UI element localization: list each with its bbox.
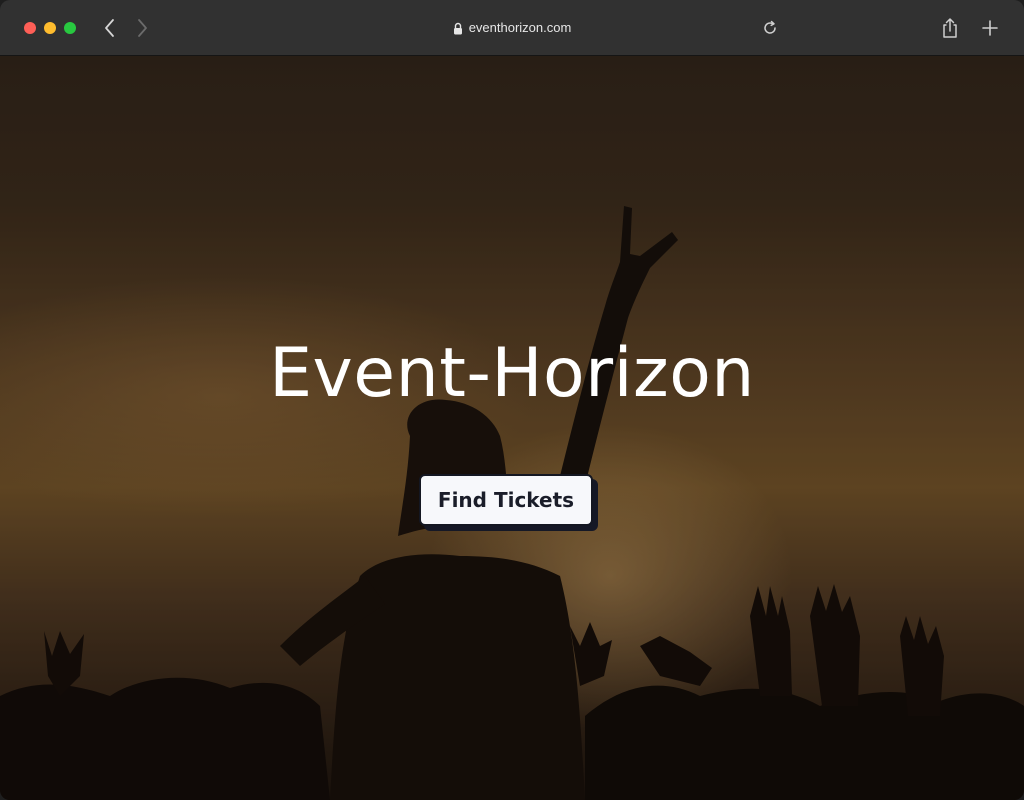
find-tickets-button[interactable]: Find Tickets xyxy=(419,474,593,526)
forward-button[interactable] xyxy=(130,16,154,40)
back-button[interactable] xyxy=(98,16,122,40)
reload-icon xyxy=(764,20,776,34)
share-icon xyxy=(943,18,957,38)
browser-window: eventhorizon.com Event-Horizon Find Tick… xyxy=(0,0,1024,800)
lock-icon xyxy=(453,22,462,34)
close-window-button[interactable] xyxy=(24,22,36,34)
maximize-window-button[interactable] xyxy=(64,22,76,34)
reload-button[interactable] xyxy=(760,18,780,38)
background-dim-overlay xyxy=(0,56,1024,800)
chevron-left-icon xyxy=(105,19,114,37)
minimize-window-button[interactable] xyxy=(44,22,56,34)
url-field[interactable]: eventhorizon.com xyxy=(453,18,572,38)
share-button[interactable] xyxy=(940,16,960,40)
hero-section: Event-Horizon Find Tickets xyxy=(0,56,1024,800)
browser-toolbar: eventhorizon.com xyxy=(0,0,1024,56)
site-title: Event-Horizon xyxy=(269,334,755,413)
plus-icon xyxy=(982,20,998,36)
url-text: eventhorizon.com xyxy=(468,20,572,35)
new-tab-button[interactable] xyxy=(980,18,1000,38)
chevron-right-icon xyxy=(138,19,147,37)
